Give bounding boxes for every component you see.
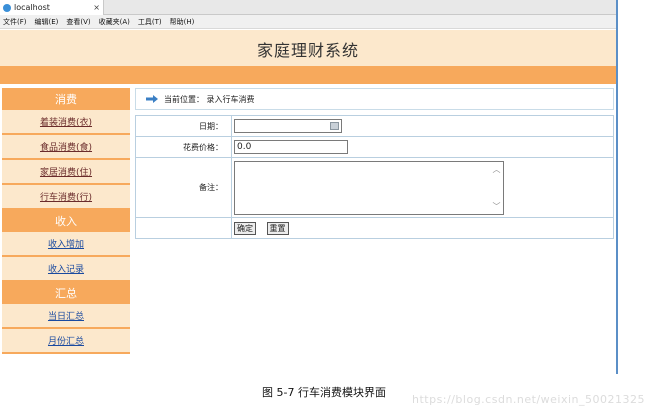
- breadcrumb-text: 当前位置： 录入行车消费: [164, 94, 255, 104]
- sidebar-item-driving[interactable]: 行车消费(行): [2, 185, 130, 210]
- sidebar-link-income-add[interactable]: 收入增加: [48, 237, 84, 250]
- menu-help[interactable]: 帮助(H): [170, 17, 195, 27]
- close-icon[interactable]: ×: [93, 3, 100, 12]
- sidebar-link-food[interactable]: 食品消费(食): [40, 140, 92, 153]
- nav-bar: [0, 66, 616, 84]
- sidebar-item-clothing[interactable]: 着装消费(衣): [2, 110, 130, 135]
- textarea-scrollbar[interactable]: ︿ ﹀: [490, 162, 503, 214]
- tab-title: localhost: [14, 3, 50, 12]
- sidebar-item-home[interactable]: 家居消费(住): [2, 160, 130, 185]
- sidebar-link-daily-summary[interactable]: 当日汇总: [48, 309, 84, 322]
- sidebar-item-income-add[interactable]: 收入增加: [2, 232, 130, 257]
- sidebar-item-income-record[interactable]: 收入记录: [2, 257, 130, 282]
- sidebar-link-home[interactable]: 家居消费(住): [40, 165, 92, 178]
- sidebar-item-monthly-summary[interactable]: 月份汇总: [2, 329, 130, 354]
- arrow-right-icon: [146, 95, 158, 103]
- date-field[interactable]: [234, 119, 342, 133]
- breadcrumb: 当前位置： 录入行车消费: [135, 88, 614, 110]
- page-header: 家庭理财系统: [0, 30, 616, 68]
- watermark: https://blog.csdn.net/weixin_50021325: [412, 393, 646, 406]
- menu-favorites[interactable]: 收藏夹(A): [99, 17, 130, 27]
- note-textarea[interactable]: ︿ ﹀: [234, 160, 504, 215]
- sidebar-link-driving[interactable]: 行车消费(行): [40, 190, 92, 203]
- scroll-down-icon[interactable]: ﹀: [493, 201, 501, 212]
- scroll-up-icon[interactable]: ︿: [493, 164, 501, 175]
- sidebar-item-food[interactable]: 食品消费(食): [2, 135, 130, 160]
- calendar-icon[interactable]: [330, 122, 339, 130]
- sidebar-section-summary: 汇总: [2, 282, 130, 304]
- menu-edit[interactable]: 编辑(E): [35, 17, 59, 27]
- date-label: 日期：: [135, 115, 232, 137]
- browser-window: localhost × 文件(F) 编辑(E) 查看(V) 收藏夹(A) 工具(…: [0, 0, 618, 374]
- expense-form: 日期： 花费价格： 0.0 备注： ︿ ﹀ 确定 重置: [135, 115, 614, 239]
- price-label: 花费价格：: [135, 136, 232, 158]
- note-label: 备注：: [135, 157, 232, 218]
- sidebar-item-daily-summary[interactable]: 当日汇总: [2, 304, 130, 329]
- sidebar-section-consumption: 消费: [2, 88, 130, 110]
- browser-tab[interactable]: localhost ×: [0, 0, 104, 15]
- sidebar-link-income-record[interactable]: 收入记录: [48, 262, 84, 275]
- tab-bar: localhost ×: [0, 0, 616, 15]
- menu-view[interactable]: 查看(V): [66, 17, 90, 27]
- menu-bar: 文件(F) 编辑(E) 查看(V) 收藏夹(A) 工具(T) 帮助(H): [0, 15, 616, 29]
- main-content: 当前位置： 录入行车消费 日期： 花费价格： 0.0 备注： ︿ ﹀ 确定 重置: [135, 88, 614, 239]
- price-field[interactable]: 0.0: [234, 140, 348, 154]
- page-title: 家庭理财系统: [256, 41, 359, 60]
- browser-icon: [3, 3, 11, 12]
- confirm-button[interactable]: 确定: [234, 221, 256, 235]
- sidebar-section-income: 收入: [2, 210, 130, 232]
- sidebar-link-monthly-summary[interactable]: 月份汇总: [48, 334, 84, 347]
- menu-file[interactable]: 文件(F): [3, 17, 27, 27]
- sidebar-link-clothing[interactable]: 着装消费(衣): [40, 115, 92, 128]
- price-value: 0.0: [237, 142, 252, 152]
- reset-button[interactable]: 重置: [266, 221, 289, 235]
- sidebar: 消费 着装消费(衣) 食品消费(食) 家居消费(住) 行车消费(行) 收入 收入…: [2, 88, 130, 354]
- menu-tools[interactable]: 工具(T): [138, 17, 162, 27]
